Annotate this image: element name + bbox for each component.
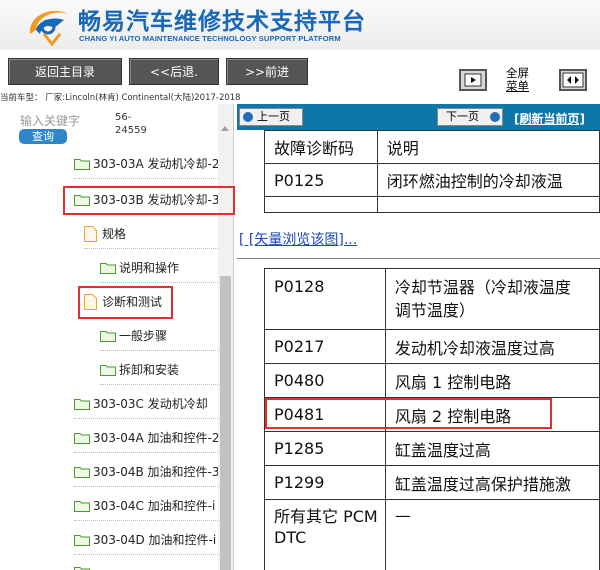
table-row: P0217 发动机冷却液温度过高 [264,329,600,364]
app-title: 畅易汽车维修技术支持平台 [78,9,366,35]
tree-item-general-procedures[interactable]: 一般步骤 [100,324,200,348]
content-pane: 上一页 下一页 [刷新当前页] 故障诊断码 说明 P0125 闭环燃油控制的冷却… [237,104,600,570]
vector-view-link[interactable]: [ [矢量浏览该图]... [239,229,357,249]
tree-divider [74,178,218,179]
arrow-left-icon [243,112,253,122]
dtc-table-top: 故障诊断码 说明 P0125 闭环燃油控制的冷却液温 [264,130,600,213]
section-divider [237,258,600,259]
sidebar: 输入关键字 56- 24559 查询 303-03A 发动机冷却-2 303-0… [0,104,234,570]
table-row: 所有其它 PCM DTC — [264,499,600,570]
tree-item-description-operation[interactable]: 说明和操作 [100,256,218,280]
folder-icon [74,159,90,170]
tree-item-303-03a[interactable]: 303-03A 发动机冷却-2 [74,152,220,176]
tree-divider [74,486,218,487]
document-icon [84,226,97,242]
app-header: 畅易汽车维修技术支持平台 CHANG YI AUTO MAINTENANCE T… [0,0,600,50]
forward-button[interactable]: >>前进 [226,58,308,85]
highlight-box [265,398,552,429]
search-button[interactable]: 查询 [19,129,67,144]
tree-divider [74,452,218,453]
tree-item-removal-installation[interactable]: 拆卸和安装 [100,358,200,382]
sidebar-scroll-thumb[interactable] [220,276,231,570]
fullscreen-menu-label[interactable]: 全屏 菜单 [506,67,529,93]
table-header-row: 故障诊断码 说明 [264,130,600,164]
tree-divider [100,384,218,385]
fullscreen-icon[interactable] [559,69,587,91]
app-subtitle: CHANG YI AUTO MAINTENANCE TECHNOLOGY SUP… [79,34,341,43]
table-row [264,196,600,213]
tree-item-303-04d[interactable]: 303-04D 加油和控件-i [74,528,220,552]
folder-icon [100,263,116,274]
tree-divider [74,418,218,419]
search-label: 输入关键字 [20,114,81,128]
refresh-page-link[interactable]: [刷新当前页] [514,110,585,127]
current-vehicle-info: 当前车型： 厂家:Lincoln(林肯) Continental(大陆)2017… [0,93,241,103]
collapse-sidebar-icon[interactable] [459,69,487,91]
tree-divider [74,520,218,521]
highlight-box [78,286,173,319]
tree-item-303-03c[interactable]: 303-03C 发动机冷却 [74,392,220,416]
folder-icon [100,331,116,342]
next-page-button[interactable]: 下一页 [437,108,503,126]
table-row: P0128 冷却节温器（冷却液温度 调节温度） [264,268,600,330]
folder-icon [74,535,90,546]
tree-item-303-04c[interactable]: 303-04C 加油和控件-i [74,494,220,518]
folder-icon [74,501,90,512]
back-button[interactable]: <<后退. [129,58,219,85]
table-row: P0480 风扇 1 控制电路 [264,363,600,398]
tree-divider [84,248,218,249]
highlight-box [63,186,235,215]
search-input[interactable]: 56- 24559 [115,111,147,137]
table-row: P1299 缸盖温度过高保护措施激 [264,465,600,500]
tree-item-303-04b[interactable]: 303-04B 加油和控件-3 [74,460,220,484]
tree-divider [100,350,218,351]
tree-divider [100,282,218,283]
folder-icon [74,467,90,478]
tree-item-specifications[interactable]: 规格 [84,222,214,246]
folder-icon [74,567,90,570]
table-row: P0125 闭环燃油控制的冷却液温 [264,163,600,197]
table-row: P1285 缸盖温度过高 [264,431,600,466]
cy-swoosh-logo-icon [29,10,68,46]
prev-page-button[interactable]: 上一页 [239,108,303,126]
arrow-right-icon [490,112,500,122]
tree-item-303-04a[interactable]: 303-04A 加油和控件-2 [74,426,220,450]
tree-item-partial[interactable] [74,560,220,570]
tree-divider [74,554,218,555]
folder-icon [74,399,90,410]
content-nav-bar: 上一页 下一页 [刷新当前页] [237,104,600,130]
scroll-up-arrow-icon[interactable] [221,126,229,131]
folder-icon [74,433,90,444]
folder-icon [100,365,116,376]
home-button[interactable]: 返回主目录 [8,58,122,85]
